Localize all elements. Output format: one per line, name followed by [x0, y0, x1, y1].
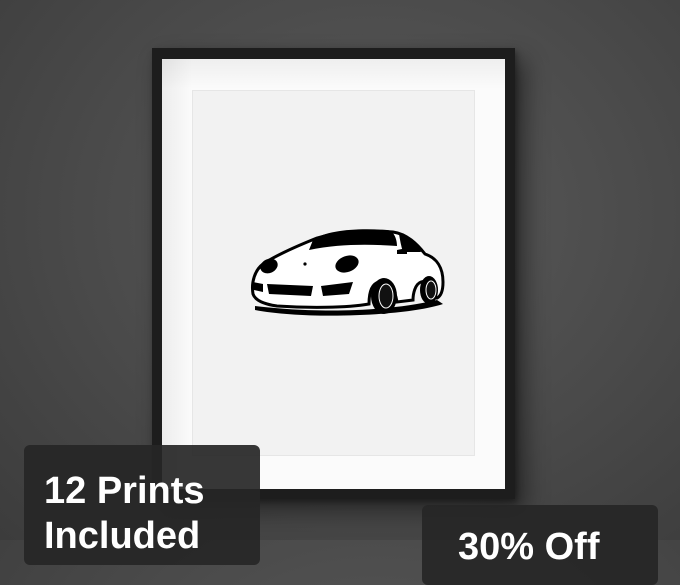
- product-image: 12 Prints Included 30% Off: [0, 0, 680, 585]
- discount-badge: 30% Off: [422, 505, 658, 585]
- prints-included-badge: 12 Prints Included: [24, 445, 260, 565]
- artwork-print: [192, 90, 475, 456]
- discount-text: 30% Off: [458, 526, 600, 568]
- picture-frame: [152, 48, 515, 499]
- prints-count-text: 12 Prints: [44, 470, 205, 512]
- frame-mat: [162, 59, 505, 489]
- sports-car-silhouette-icon: [251, 229, 445, 316]
- included-text: Included: [44, 515, 201, 557]
